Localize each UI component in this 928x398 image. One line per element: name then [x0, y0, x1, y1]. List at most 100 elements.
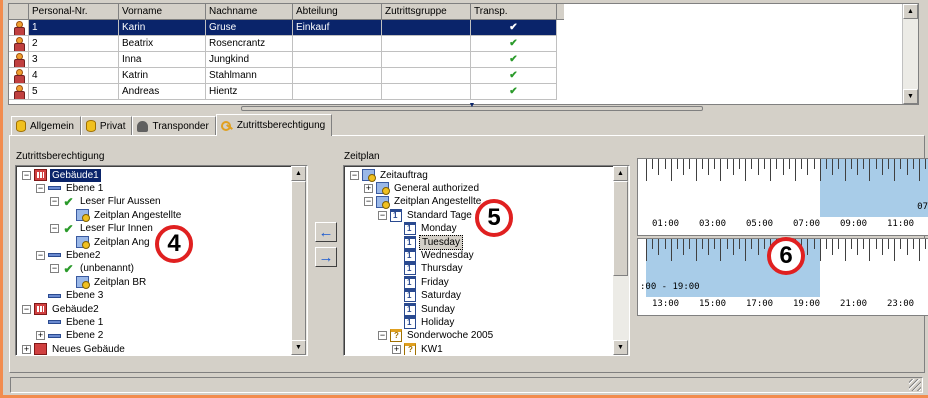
collapse-icon[interactable]: − — [50, 197, 59, 207]
expand-icon[interactable]: + — [22, 344, 31, 354]
tree-node[interactable]: − Ebene2 — [36, 248, 102, 262]
ruler-tick — [776, 159, 778, 169]
tree-node[interactable]: Thursday — [392, 262, 465, 276]
tree-node[interactable]: + KW1 — [392, 342, 445, 355]
expand-icon[interactable]: + — [392, 344, 401, 354]
schedule-tree-scroll-thumb[interactable] — [613, 181, 628, 276]
hour-label: 15:00 — [699, 299, 727, 309]
collapse-icon[interactable]: − — [378, 331, 387, 341]
tree-node[interactable]: Sunday — [392, 302, 457, 316]
collapse-icon[interactable]: − — [36, 183, 45, 193]
schedule-scroll-down-button[interactable]: ▼ — [613, 340, 628, 355]
tree-node[interactable]: Friday — [392, 275, 451, 289]
tree-node[interactable]: Zeitplan Ang — [64, 235, 152, 249]
tree-node[interactable]: Ebene 1 — [36, 315, 105, 329]
access-tree-scroll-thumb[interactable] — [291, 181, 306, 341]
hour-label: 21:00 — [840, 299, 868, 309]
tree-node-label: Zeitplan BR — [94, 276, 147, 288]
table-row[interactable]: 2 Beatrix Rosencrantz ✔ — [9, 36, 564, 52]
tree-node[interactable]: − Standard Tage — [378, 208, 474, 222]
database-icon — [85, 120, 96, 132]
tree-node[interactable]: + General authorized — [364, 181, 481, 196]
schedule-icon — [376, 182, 390, 196]
tree-node[interactable]: Tuesday — [392, 234, 463, 250]
collapse-icon[interactable]: − — [22, 170, 31, 180]
calendar-icon — [404, 262, 416, 276]
table-row[interactable]: 1 Karin Gruse Einkauf ✔ — [9, 20, 564, 36]
ruler-tick — [664, 239, 666, 249]
tree-node[interactable]: − ✔ Leser Flur Innen — [50, 222, 155, 236]
collapse-icon[interactable]: − — [378, 210, 387, 220]
grid-col-abteilung[interactable]: Abteilung — [293, 4, 382, 20]
tab-allgemein[interactable]: Allgemein — [11, 116, 81, 136]
tree-node[interactable]: Wednesday — [392, 248, 476, 262]
schedule-scroll-up-button[interactable]: ▲ — [613, 166, 628, 181]
ruler-tick — [850, 159, 852, 169]
collapse-icon[interactable]: − — [50, 224, 59, 234]
assign-right-button[interactable]: → — [315, 247, 337, 267]
ruler-tick — [925, 159, 927, 169]
grid-col-zutrittsgruppe[interactable]: Zutrittsgruppe — [382, 4, 471, 20]
tree-node[interactable]: Monday — [392, 222, 459, 236]
tree-node[interactable]: − Gebäude2 — [22, 302, 101, 316]
ruler-tick — [652, 239, 654, 249]
grid-col-personal-nr[interactable]: Personal-Nr. — [29, 4, 119, 20]
access-tree-scrollbar[interactable]: ▲ ▼ — [291, 166, 307, 355]
collapse-icon[interactable]: − — [50, 264, 59, 274]
ruler-tick — [819, 239, 821, 261]
collapse-icon[interactable]: − — [350, 170, 359, 180]
ruler-tick — [900, 239, 902, 249]
table-row[interactable]: 5 Andreas Hientz ✔ — [9, 84, 564, 100]
tree-node[interactable]: − ✔ (unbenannt) — [50, 262, 136, 276]
tree-node[interactable]: + Ebene 2 — [36, 329, 105, 343]
tree-scroll-up-button[interactable]: ▲ — [291, 166, 306, 181]
panel-splitter[interactable]: ▼ — [241, 102, 703, 111]
table-cell-vorname: Beatrix — [119, 36, 206, 52]
ruler-tick — [757, 159, 759, 175]
collapse-icon[interactable]: − — [36, 250, 45, 260]
tree-node[interactable]: − Gebäude1 — [22, 168, 101, 182]
expand-icon[interactable]: + — [36, 331, 45, 341]
tree-scroll-down-button[interactable]: ▼ — [291, 340, 306, 355]
tree-node-label: Gebäude1 — [50, 168, 101, 182]
expand-icon[interactable]: + — [364, 183, 373, 193]
tree-node[interactable]: − Sonderwoche 2005 — [378, 329, 495, 343]
schedule-tree[interactable]: ▲ ▼ − Zeitauftrag + General authorized − Zeit… — [343, 165, 630, 356]
collapse-icon[interactable]: − — [364, 197, 373, 207]
table-cell-abteilung — [293, 84, 382, 100]
grid-col-transp[interactable]: Transp. — [471, 4, 557, 20]
scroll-up-button[interactable]: ▲ — [903, 4, 918, 19]
tree-node[interactable]: Zeitplan Angestellte — [64, 208, 183, 223]
timeline-morning[interactable]: 07 01:00 03:00 05:00 07:00 09:00 11:00 — [637, 158, 928, 236]
ruler-tick — [658, 239, 660, 255]
tree-node[interactable]: Ebene 3 — [36, 289, 105, 303]
grid-scrollbar[interactable]: ▲ ▼ — [902, 4, 918, 104]
tree-node[interactable]: − Zeitauftrag — [350, 168, 430, 182]
assign-left-button[interactable]: ← — [315, 222, 337, 242]
ruler-tick — [919, 159, 921, 181]
table-cell-nachname: Hientz — [206, 84, 293, 100]
tree-node[interactable]: − Ebene 1 — [36, 181, 105, 195]
resize-grip-icon[interactable] — [909, 379, 921, 391]
person-icon — [14, 85, 25, 99]
access-tree[interactable]: ▲ ▼ − Gebäude1− Ebene 1− ✔ Leser Flur Aussen… — [15, 165, 308, 356]
grid-col-vorname[interactable]: Vorname — [119, 4, 206, 20]
tab-transponder[interactable]: Transponder — [132, 116, 216, 136]
grid-col-nachname[interactable]: Nachname — [206, 4, 293, 20]
tree-node[interactable]: − ✔ Leser Flur Aussen — [50, 195, 163, 209]
tree-node[interactable]: Holiday — [392, 315, 456, 329]
collapse-icon[interactable]: − — [22, 304, 31, 314]
tree-node[interactable]: + Neues Gebäude — [22, 342, 127, 355]
table-row[interactable]: 3 Inna Jungkind ✔ — [9, 52, 564, 68]
table-row[interactable]: 4 Katrin Stahlmann ✔ — [9, 68, 564, 84]
grid-col-icon[interactable] — [9, 4, 29, 20]
schedule-tree-scrollbar[interactable]: ▲ ▼ — [613, 166, 629, 355]
tree-node[interactable]: Saturday — [392, 289, 463, 303]
tree-node[interactable]: Zeitplan BR — [64, 275, 148, 290]
ruler-tick — [726, 159, 728, 169]
scroll-down-button[interactable]: ▼ — [903, 89, 918, 104]
tree-node[interactable]: − Zeitplan Angestellte — [364, 195, 483, 209]
tab-zutrittsberechtigung[interactable]: Zutrittsberechtigung — [215, 114, 333, 136]
tab-privat[interactable]: Privat — [80, 116, 133, 136]
calendar-icon — [404, 289, 416, 303]
